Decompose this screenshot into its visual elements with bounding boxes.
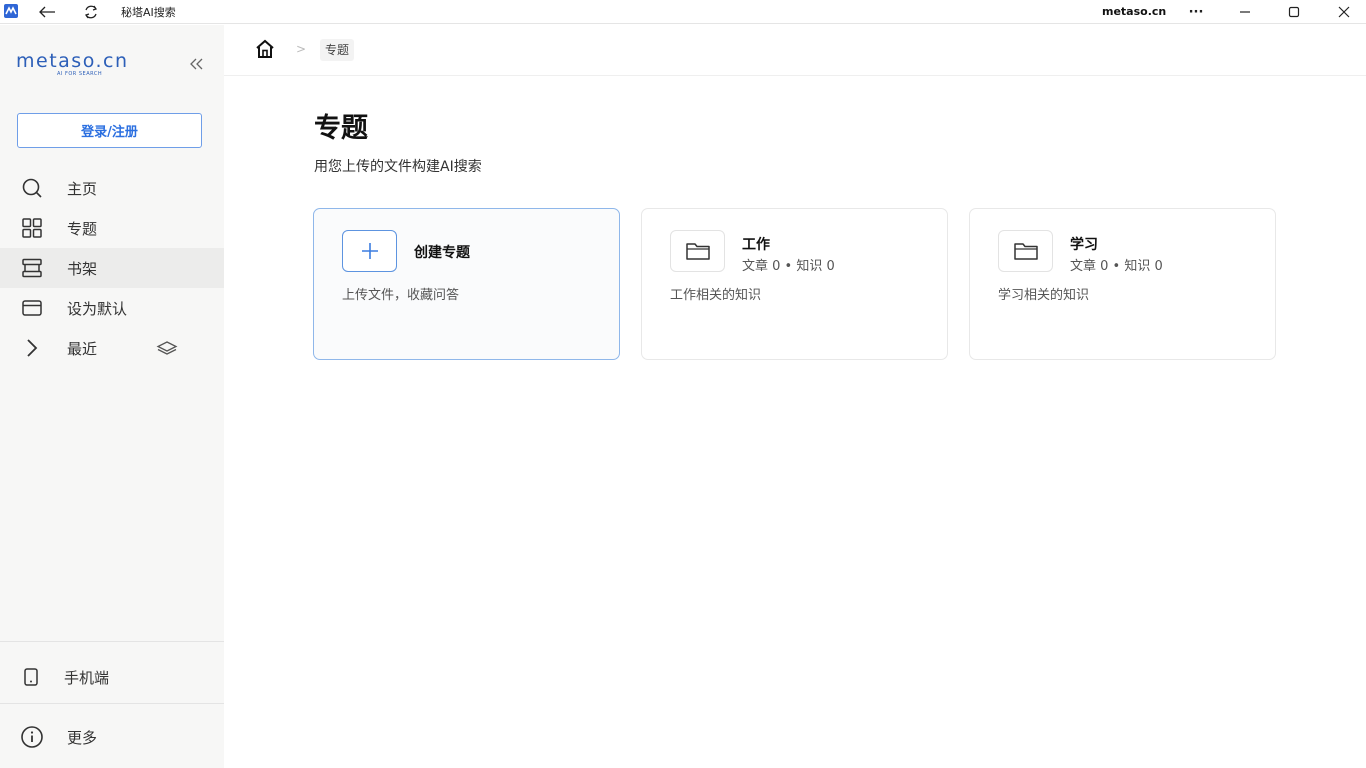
sidebar-divider <box>0 641 224 642</box>
sidebar-item-label: 专题 <box>67 219 98 238</box>
folder-icon <box>670 230 725 272</box>
sidebar-item-label: 手机端 <box>64 668 110 687</box>
create-topic-card[interactable]: 创建专题 上传文件，收藏问答 <box>313 208 620 360</box>
sidebar-item-topics[interactable]: 专题 <box>0 208 224 248</box>
close-icon[interactable] <box>1333 2 1355 22</box>
sidebar: metaso.cn AI FOR SEARCH 登录/注册 主页 专题 书架 设… <box>0 25 224 768</box>
topic-desc: 工作相关的知识 <box>670 288 762 303</box>
refresh-icon[interactable] <box>80 2 102 22</box>
grid-icon <box>20 216 44 240</box>
folder-icon <box>998 230 1053 272</box>
breadcrumb-separator: > <box>296 42 307 56</box>
back-icon[interactable] <box>36 2 58 22</box>
topic-meta: 文章 0 • 知识 0 <box>742 259 835 274</box>
sidebar-item-mobile[interactable]: 手机端 <box>0 657 224 697</box>
minimize-icon[interactable] <box>1234 2 1256 22</box>
sidebar-item-set-default[interactable]: 设为默认 <box>0 288 224 328</box>
sidebar-item-more[interactable]: 更多 <box>0 717 224 757</box>
topic-meta: 文章 0 • 知识 0 <box>1070 259 1163 274</box>
window-titlebar: 秘塔AI搜索 metaso.cn ··· <box>0 0 1366 24</box>
home-icon[interactable] <box>254 38 276 60</box>
maximize-icon[interactable] <box>1283 2 1305 22</box>
breadcrumb-current: 专题 <box>320 39 355 61</box>
search-icon <box>20 176 44 200</box>
sidebar-item-label: 设为默认 <box>67 299 128 318</box>
page-subtitle: 用您上传的文件构建AI搜索 <box>314 159 482 175</box>
logo-text: metaso.cn <box>16 50 129 72</box>
layers-icon[interactable] <box>155 336 179 360</box>
window-icon <box>20 296 44 320</box>
sidebar-item-recent[interactable]: 最近 <box>0 328 224 368</box>
page-title: 专题 <box>314 113 368 144</box>
window-domain: metaso.cn <box>1102 5 1167 18</box>
sidebar-item-label: 更多 <box>67 728 98 747</box>
sidebar-item-label: 最近 <box>67 339 98 358</box>
sidebar-item-home[interactable]: 主页 <box>0 168 224 208</box>
topic-desc: 学习相关的知识 <box>998 288 1090 303</box>
more-options-icon[interactable]: ··· <box>1184 2 1208 22</box>
app-logo-icon <box>4 4 18 18</box>
sidebar-divider <box>0 703 224 704</box>
bookshelf-icon <box>20 256 44 280</box>
plus-icon <box>342 230 397 272</box>
topic-card-study[interactable]: 学习 文章 0 • 知识 0 学习相关的知识 <box>969 208 1276 360</box>
topic-title: 学习 <box>1070 237 1098 253</box>
chevron-right-icon <box>20 336 44 360</box>
topic-card-work[interactable]: 工作 文章 0 • 知识 0 工作相关的知识 <box>641 208 948 360</box>
window-title: 秘塔AI搜索 <box>121 6 176 19</box>
collapse-sidebar-icon[interactable] <box>185 55 207 73</box>
login-register-button[interactable]: 登录/注册 <box>17 113 202 148</box>
sidebar-item-bookshelf[interactable]: 书架 <box>0 248 224 288</box>
phone-icon <box>19 665 43 689</box>
breadcrumb: > 专题 <box>224 25 1366 76</box>
create-topic-title: 创建专题 <box>414 245 470 261</box>
topic-title: 工作 <box>742 237 770 253</box>
main-content: > 专题 专题 用您上传的文件构建AI搜索 创建专题 上传文件，收藏问答 工作 … <box>224 25 1366 768</box>
info-icon <box>20 725 44 749</box>
sidebar-item-label: 主页 <box>67 179 98 198</box>
metaso-logo[interactable]: metaso.cn AI FOR SEARCH <box>16 51 156 77</box>
sidebar-item-label: 书架 <box>67 259 98 278</box>
create-topic-desc: 上传文件，收藏问答 <box>342 288 460 303</box>
